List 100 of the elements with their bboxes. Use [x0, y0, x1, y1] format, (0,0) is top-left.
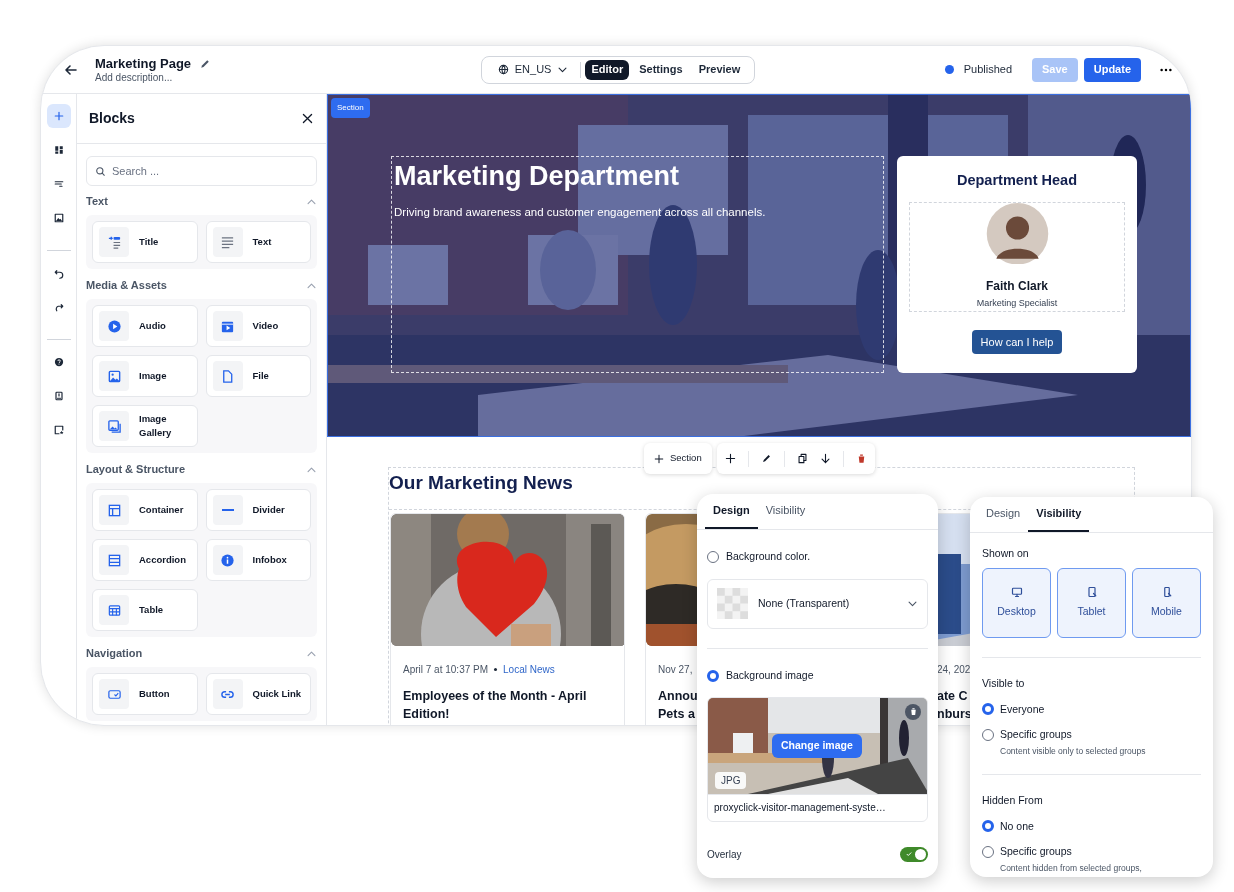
check-icon [906, 851, 912, 857]
block-item[interactable]: Image Gallery [92, 405, 198, 447]
block-item[interactable]: Title [92, 221, 198, 263]
group-label: Hidden From [982, 792, 1044, 808]
block-item[interactable]: Video [205, 305, 311, 347]
pencil-icon[interactable] [760, 453, 772, 464]
person-role: Marketing Specialist [976, 297, 1058, 311]
section-label[interactable]: Section [331, 98, 370, 118]
description-placeholder[interactable]: Add description... [95, 71, 212, 84]
grid-icon [52, 144, 65, 156]
option-hint: Content hidden from selected groups, [1000, 862, 1143, 875]
panel-tab[interactable]: Design [705, 501, 758, 529]
block-item[interactable]: File [205, 355, 311, 397]
panel-title: Blocks [89, 109, 135, 128]
tablet-icon [1085, 585, 1098, 598]
search-icon [95, 166, 106, 177]
block-item[interactable]: Image [92, 355, 198, 397]
help-icon [52, 356, 65, 368]
play-icon [106, 318, 122, 334]
desktop-icon [1010, 585, 1023, 598]
file-icon [220, 368, 235, 384]
post-title[interactable]: ate C nburs [937, 687, 971, 723]
pencil-icon[interactable] [199, 57, 212, 70]
overlay-toggle[interactable] [900, 846, 928, 862]
block-item[interactable]: Accordion [92, 539, 198, 581]
section-heading: Layout & Structure [86, 461, 185, 477]
block-item[interactable]: Text [205, 221, 311, 263]
block-item[interactable]: Table [92, 589, 198, 631]
plus-icon[interactable] [724, 453, 736, 464]
radio-button[interactable] [982, 820, 994, 833]
person-name: Faith Clark [986, 278, 1048, 296]
device-toggle[interactable]: Desktop [982, 567, 1051, 638]
file-name: proxyclick-visitor-management-syste… [714, 801, 886, 815]
option-label: Everyone [1000, 701, 1045, 717]
block-item[interactable]: Audio [92, 305, 198, 347]
plus-icon [52, 110, 65, 122]
table-icon [106, 602, 122, 618]
title-block-icon [106, 234, 122, 250]
avatar [985, 202, 1049, 265]
post-title[interactable]: Employees of the Month - April Edition! [403, 687, 618, 723]
transparent-swatch-icon [717, 588, 748, 620]
card-heading: Department Head [956, 171, 1078, 190]
block-item[interactable]: Divider [205, 489, 311, 531]
star-frame-icon [52, 424, 65, 436]
post-date: Nov 27, [658, 663, 693, 677]
layout-icon [106, 502, 122, 518]
color-dropdown[interactable]: None (Transparent) [707, 578, 928, 629]
overlay-label: Overlay [707, 847, 742, 862]
hero-subtitle: Driving brand awareness and customer engagement across all channels. [394, 205, 767, 220]
radio-button[interactable] [707, 669, 719, 682]
option-label: Background image [726, 667, 814, 683]
locale-dropdown[interactable]: EN_US [489, 61, 577, 78]
news-card[interactable]: April 7 at 10:37 PM Local News Employees of the Month - April Edition! [390, 513, 625, 725]
block-item[interactable]: Infobox [205, 539, 311, 581]
book-icon [52, 390, 65, 402]
mode-tab[interactable]: Settings [633, 59, 689, 80]
post-date: April 7 at 10:37 PM [403, 663, 489, 677]
hero-title: Marketing Department [394, 160, 681, 193]
option-label: Specific groups [1000, 844, 1072, 860]
mode-tab[interactable]: Preview [692, 59, 747, 80]
help-button[interactable]: How can I help [971, 329, 1063, 354]
change-image-button[interactable]: Change image [772, 733, 862, 758]
panel-tab[interactable]: Visibility [1028, 504, 1090, 532]
page-title: Marketing Page [95, 55, 192, 72]
plus-icon [654, 453, 664, 464]
block-item[interactable]: Container [92, 489, 198, 531]
post-title[interactable]: Annou Pets a [658, 687, 698, 723]
add-section-button[interactable]: Section [644, 443, 712, 474]
accordion-icon [106, 552, 122, 568]
globe-icon [497, 64, 509, 75]
copy-icon[interactable] [796, 453, 808, 464]
trash-icon [908, 707, 918, 716]
section-heading: Media & Assets [86, 277, 167, 293]
block-item[interactable]: Quick Link [205, 673, 311, 715]
gallery-icon [106, 418, 122, 434]
option-label: Background color. [726, 549, 811, 564]
post-date: 24, 202 [937, 663, 971, 677]
arrow-down-icon[interactable] [819, 453, 831, 464]
text-lines-icon [220, 234, 235, 250]
category-link[interactable]: Local News [503, 662, 555, 677]
mode-tab[interactable]: Editor [585, 59, 630, 80]
divider-icon [221, 509, 234, 511]
group-label: Shown on [982, 546, 1030, 561]
option-label: No one [1000, 818, 1034, 834]
update-button[interactable]: Update [1083, 57, 1141, 82]
section-heading: Text [86, 193, 108, 209]
search-field[interactable]: Search ... [86, 156, 317, 186]
group-label: Visible to [982, 675, 1026, 691]
status-label: Published [963, 62, 1012, 78]
device-toggle[interactable]: Mobile [1132, 567, 1201, 638]
device-toggle[interactable]: Tablet [1057, 567, 1126, 638]
undo-icon [52, 267, 65, 279]
radio-button[interactable] [982, 703, 994, 716]
option-hint: Content visible only to selected groups [1000, 745, 1147, 758]
lines-icon [52, 178, 65, 190]
block-item[interactable]: Button [92, 673, 198, 715]
option-label: Specific groups [1000, 727, 1072, 743]
image-icon [52, 212, 65, 224]
section-heading: Navigation [86, 645, 143, 661]
close-icon[interactable] [301, 112, 314, 125]
